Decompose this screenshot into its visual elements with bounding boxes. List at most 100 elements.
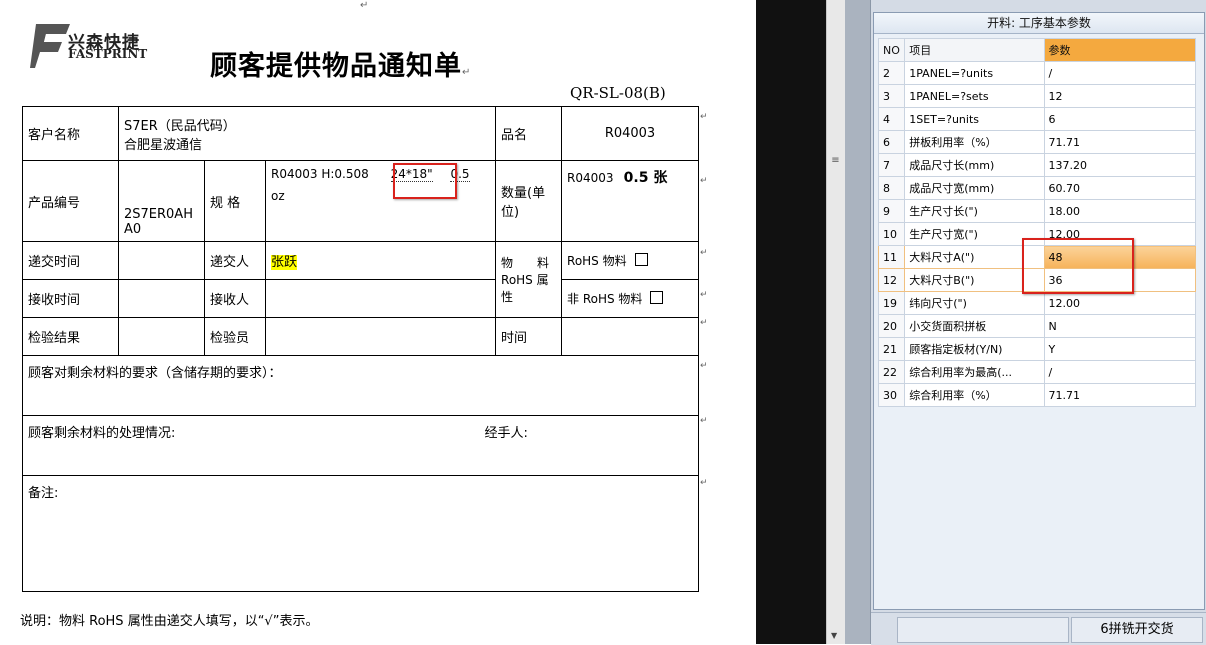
table-row[interactable]: 2 1PANEL=?units /: [877, 61, 1197, 85]
row-item: 成品尺寸长(mm): [904, 153, 1045, 177]
row-item: 成品尺寸宽(mm): [904, 176, 1045, 200]
row-value[interactable]: /: [1043, 61, 1197, 85]
row-value[interactable]: /: [1043, 360, 1197, 384]
inspector-value[interactable]: [264, 317, 497, 356]
submitter-label: 递交人: [204, 241, 266, 280]
paragraph-mark: ↵: [700, 248, 708, 258]
row-item: 综合利用率为最高(...: [904, 360, 1045, 384]
paragraph-mark: ↵: [700, 290, 708, 300]
row-value[interactable]: 137.20: [1043, 153, 1197, 177]
scroll-down-arrow-icon[interactable]: ▼: [831, 631, 837, 640]
row-number: 30: [877, 383, 906, 407]
table-row[interactable]: 9 生产尺寸长(") 18.00: [877, 199, 1197, 223]
table-row[interactable]: 22 综合利用率为最高(... /: [877, 360, 1197, 384]
customer-requirement-field[interactable]: 顾客对剩余材料的要求（含储存期的要求）：: [21, 355, 700, 416]
row-item: 顾客指定板材(Y/N): [904, 337, 1045, 361]
submit-time-label: 递交时间: [22, 241, 119, 280]
row-item: 综合利用率（%）: [904, 383, 1045, 407]
table-row[interactable]: 30 综合利用率（%） 71.71: [877, 383, 1197, 407]
row-value[interactable]: N: [1043, 314, 1197, 338]
scroll-grip-icon[interactable]: ≡: [829, 150, 842, 172]
non-rohs-checkbox[interactable]: [650, 291, 664, 304]
status-text: 6拼铣开交货: [1071, 617, 1203, 643]
splitter-bar[interactable]: [845, 0, 870, 644]
table-row[interactable]: 6 拼板利用率（%） 71.71: [877, 130, 1197, 154]
annotation-box-sheet-size: [1022, 238, 1134, 294]
inspector-label: 检验员: [204, 317, 266, 356]
non-rohs-material-option[interactable]: 非 RoHS 物料: [561, 279, 700, 318]
table-row[interactable]: 21 顾客指定板材(Y/N) Y: [877, 337, 1197, 361]
table-row[interactable]: 19 纬向尺寸(") 12.00: [877, 291, 1197, 315]
row-number: 4: [877, 107, 906, 131]
column-header-param[interactable]: 参数: [1043, 38, 1197, 62]
time-value[interactable]: [561, 317, 700, 356]
vertical-scrollbar[interactable]: ≡ ▼: [826, 0, 845, 644]
paragraph-mark: ↵: [700, 478, 708, 488]
table-row[interactable]: 4 1SET=?units 6: [877, 107, 1197, 131]
table-row[interactable]: 8 成品尺寸宽(mm) 60.70: [877, 176, 1197, 200]
quantity-label: 数量(单位): [495, 160, 563, 242]
rohs-checkbox[interactable]: [634, 253, 648, 266]
submitter-value[interactable]: 张跃: [264, 241, 497, 280]
form-number: QR-SL-08(B): [570, 84, 666, 102]
column-header-item[interactable]: 项目: [904, 38, 1045, 62]
rohs-material-option[interactable]: RoHS 物料: [561, 241, 700, 280]
word-document-page: ↵ 兴森快捷 FASTPRINT 顾客提供物品通知单↵ QR-SL-08(B) …: [0, 0, 756, 644]
row-item: 拼板利用率（%）: [904, 130, 1045, 154]
panel-title: 开料: 工序基本参数: [874, 13, 1204, 34]
row-value[interactable]: Y: [1043, 337, 1197, 361]
receive-time-label: 接收时间: [22, 279, 119, 318]
paragraph-mark: ↵: [700, 416, 708, 426]
receiver-value[interactable]: [264, 279, 497, 318]
receive-time-value[interactable]: [118, 279, 205, 318]
row-number: 6: [877, 130, 906, 154]
quantity-value[interactable]: R04003 0.5 张: [561, 160, 700, 242]
row-value[interactable]: 12: [1043, 84, 1197, 108]
window-gap: [756, 0, 826, 644]
paragraph-mark: ↵: [700, 361, 708, 371]
parameter-frame: 开料: 工序基本参数 NO 项目 参数 2 1PANEL=?units/3 1PAN…: [873, 12, 1205, 610]
row-value[interactable]: 71.71: [1043, 383, 1197, 407]
row-item: 小交货面积拼板: [904, 314, 1045, 338]
annotation-box-spec: [393, 163, 457, 199]
handling-field[interactable]: 顾客剩余材料的处理情况: 经手人:: [21, 415, 700, 476]
remarks-field[interactable]: 备注:: [21, 475, 700, 592]
column-header-no[interactable]: NO: [877, 38, 906, 62]
row-number: 9: [877, 199, 906, 223]
customer-name-label: 客户名称: [22, 106, 119, 161]
table-row[interactable]: 7 成品尺寸长(mm) 137.20: [877, 153, 1197, 177]
status-cell: [897, 617, 1069, 643]
paragraph-mark: ↵: [700, 112, 708, 122]
row-number: 20: [877, 314, 906, 338]
process-parameter-panel: 开料: 工序基本参数 NO 项目 参数 2 1PANEL=?units/3 1PAN…: [870, 0, 1206, 645]
receiver-label: 接收人: [204, 279, 266, 318]
row-number: 12: [877, 268, 906, 292]
paragraph-mark: ↵: [360, 0, 369, 11]
product-name-label: 品名: [495, 106, 563, 161]
parameter-grid: NO 项目 参数 2 1PANEL=?units/3 1PANEL=?sets 12 4…: [877, 38, 1197, 407]
row-item: 1PANEL=?units: [904, 61, 1045, 85]
row-number: 11: [877, 245, 906, 269]
row-number: 21: [877, 337, 906, 361]
row-value[interactable]: 60.70: [1043, 176, 1197, 200]
row-value[interactable]: 12.00: [1043, 291, 1197, 315]
row-item: 1SET=?units: [904, 107, 1045, 131]
table-row[interactable]: 3 1PANEL=?sets 12: [877, 84, 1197, 108]
row-value[interactable]: 71.71: [1043, 130, 1197, 154]
inspect-result-value[interactable]: [118, 317, 205, 356]
product-no-value[interactable]: 2S7ER0AHA0: [118, 160, 205, 242]
row-value[interactable]: 18.00: [1043, 199, 1197, 223]
document-title: 顾客提供物品通知单↵: [210, 51, 472, 82]
row-number: 7: [877, 153, 906, 177]
status-bar: 6拼铣开交货: [871, 612, 1206, 645]
row-item: 生产尺寸长("): [904, 199, 1045, 223]
product-name-value[interactable]: R04003: [561, 106, 700, 161]
table-row[interactable]: 20 小交货面积拼板 N: [877, 314, 1197, 338]
document-note: 说明：物料 RoHS 属性由递交人填写，以“√”表示。: [20, 614, 319, 629]
row-number: 22: [877, 360, 906, 384]
submit-time-value[interactable]: [118, 241, 205, 280]
customer-name-value[interactable]: S7ER（民品代码） 合肥星波通信: [117, 106, 497, 161]
row-number: 10: [877, 222, 906, 246]
row-value[interactable]: 6: [1043, 107, 1197, 131]
spec-value[interactable]: R04003 H:0.508 24*18" 0.5 oz: [264, 160, 497, 242]
